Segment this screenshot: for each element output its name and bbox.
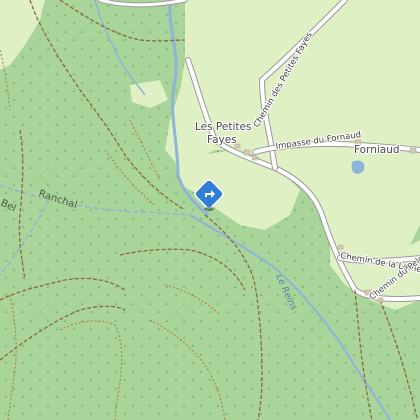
marker-shadow (204, 207, 214, 211)
map-viewport[interactable]: Les Petites Fayes Forniaud Chemin des Pe… (0, 0, 420, 420)
place-label-forniaud: Forniaud (354, 144, 400, 156)
map-canvas[interactable]: Les Petites Fayes Forniaud Chemin des Pe… (0, 0, 420, 420)
place-label-les-petites-fayes: Fayes (207, 134, 237, 146)
place-label-les-petites-fayes: Les Petites (195, 121, 251, 133)
